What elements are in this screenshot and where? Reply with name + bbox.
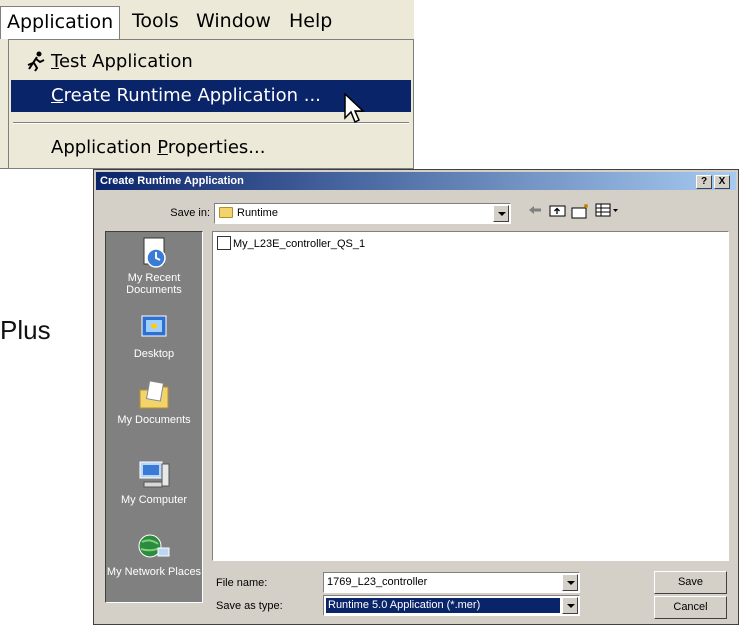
save-in-value: Runtime bbox=[237, 207, 278, 219]
save-as-type-value: Runtime 5.0 Application (*.mer) bbox=[326, 598, 560, 613]
file-icon bbox=[217, 236, 231, 251]
menu-item-application-properties[interactable]: Application Properties... bbox=[11, 132, 411, 164]
menu-mnemonic: P bbox=[157, 137, 168, 158]
dropdown-arrow-icon[interactable] bbox=[493, 205, 509, 222]
menu-item-label: Application bbox=[51, 137, 158, 158]
place-desktop[interactable]: Desktop bbox=[106, 312, 202, 360]
recent-documents-icon bbox=[143, 237, 166, 268]
file-item[interactable]: My_L23E_controller_QS_1 bbox=[217, 236, 365, 252]
run-man-icon bbox=[25, 50, 49, 74]
place-my-network-places[interactable]: My Network Places bbox=[106, 530, 202, 578]
place-my-recent-documents[interactable]: My Recent Documents bbox=[106, 236, 202, 296]
place-label: My Network Places bbox=[106, 566, 202, 578]
place-label: My Recent Documents bbox=[126, 272, 182, 296]
menu-item-label: roperties... bbox=[167, 137, 266, 158]
application-menu-region: Application Tools Window Help Test Appli… bbox=[0, 0, 414, 169]
menu-item-label: est Application bbox=[58, 51, 193, 72]
menu-mnemonic: T bbox=[51, 51, 59, 72]
my-documents-folder-icon bbox=[139, 380, 169, 409]
place-label: My Documents bbox=[117, 414, 191, 426]
help-button[interactable]: ? bbox=[696, 175, 712, 189]
desktop-icon bbox=[141, 315, 167, 337]
menu-item-label: reate Runtime Application ... bbox=[63, 85, 321, 106]
cancel-button[interactable]: Cancel bbox=[654, 596, 727, 619]
file-name-input[interactable]: 1769_L23_controller bbox=[323, 572, 580, 593]
folder-icon bbox=[219, 207, 233, 218]
menubar-application[interactable]: Application bbox=[0, 6, 121, 39]
file-list[interactable]: My_L23E_controller_QS_1 bbox=[212, 231, 729, 561]
dialog-titlebar[interactable]: Create Runtime Application ? X bbox=[96, 172, 736, 190]
file-name-value: 1769_L23_controller bbox=[327, 576, 428, 588]
save-button[interactable]: Save bbox=[654, 571, 727, 594]
background-text-fragment: Plus bbox=[0, 315, 51, 345]
menubar-help[interactable]: Help bbox=[283, 6, 338, 36]
save-in-label: Save in: bbox=[170, 207, 210, 219]
up-folder-icon[interactable] bbox=[547, 203, 569, 223]
file-name: My_L23E_controller_QS_1 bbox=[233, 238, 366, 250]
file-name-label: File name: bbox=[216, 577, 268, 589]
network-globe-icon bbox=[138, 534, 170, 558]
close-button[interactable]: X bbox=[714, 175, 730, 189]
views-menu-icon[interactable] bbox=[594, 203, 622, 223]
back-arrow-icon[interactable] bbox=[524, 203, 546, 223]
menubar-window[interactable]: Window bbox=[190, 6, 277, 36]
save-as-type-label: Save as type: bbox=[216, 600, 283, 612]
save-as-type-select[interactable]: Runtime 5.0 Application (*.mer) bbox=[323, 595, 580, 616]
dropdown-arrow-icon[interactable] bbox=[562, 597, 578, 614]
save-in-combo[interactable]: Runtime bbox=[214, 203, 511, 224]
my-computer-icon bbox=[139, 461, 170, 488]
places-bar: My Recent Documents Desktop My Documents… bbox=[105, 231, 203, 603]
create-runtime-application-dialog: Create Runtime Application ? X Save in: … bbox=[93, 169, 739, 625]
menu-mnemonic: C bbox=[51, 85, 64, 106]
dialog-title: Create Runtime Application bbox=[100, 175, 244, 187]
menubar: Application Tools Window Help bbox=[0, 0, 414, 40]
mouse-pointer-icon bbox=[344, 93, 365, 124]
place-label: My Computer bbox=[120, 494, 188, 506]
menu-item-test-application[interactable]: Test Application bbox=[11, 46, 411, 78]
new-folder-icon[interactable] bbox=[570, 203, 592, 223]
dropdown-arrow-icon[interactable] bbox=[562, 574, 578, 591]
place-my-computer[interactable]: My Computer bbox=[106, 458, 202, 506]
menubar-tools[interactable]: Tools bbox=[126, 6, 185, 36]
place-my-documents[interactable]: My Documents bbox=[106, 378, 202, 426]
place-label: Desktop bbox=[133, 348, 175, 360]
